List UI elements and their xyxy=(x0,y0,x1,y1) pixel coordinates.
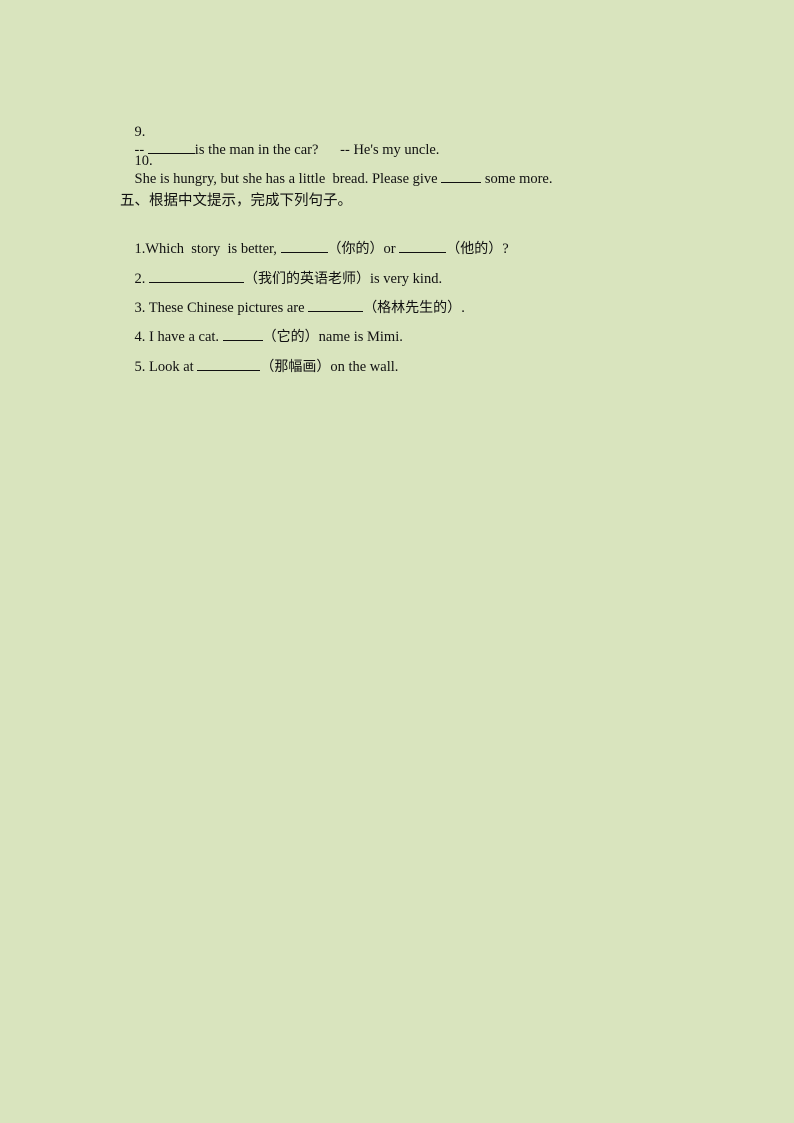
answer-blank[interactable] xyxy=(441,170,482,183)
answer-blank[interactable] xyxy=(197,358,261,371)
question-text: some more. xyxy=(481,171,553,187)
question-text: She is hungry, but she has a little brea… xyxy=(134,171,442,187)
section-5-question-5: 5. Look at （那幅画）on the wall. xyxy=(120,340,399,394)
question-number: 10. xyxy=(134,153,153,169)
question-text: Look at xyxy=(149,359,198,375)
section-heading: 五、根据中文提示，完成下列句子。 xyxy=(120,193,352,209)
question-text: . xyxy=(461,300,465,316)
chinese-hint: （那幅画） xyxy=(260,359,331,375)
question-number: 5. xyxy=(134,359,146,375)
question-text: on the wall. xyxy=(330,359,399,375)
chinese-hint: （他的） xyxy=(446,241,503,257)
question-text: ? xyxy=(502,241,509,257)
